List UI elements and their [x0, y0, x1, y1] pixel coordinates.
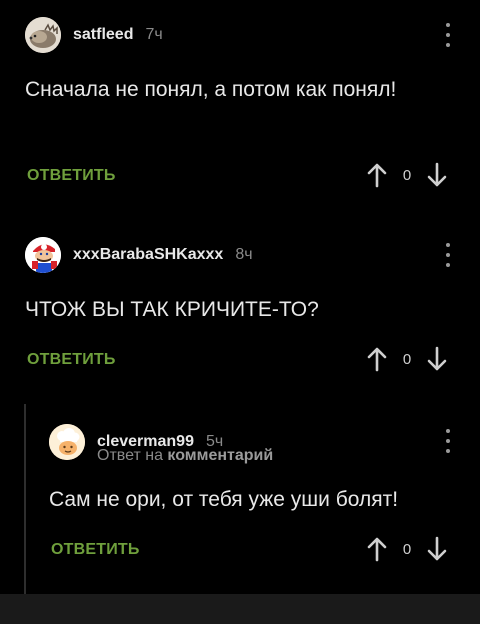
score-count: 0: [402, 350, 412, 368]
score-count: 0: [402, 166, 412, 184]
user-avatar[interactable]: [25, 237, 61, 273]
user-avatar[interactable]: [25, 17, 61, 53]
downvote-arrow-icon[interactable]: [427, 162, 447, 188]
score-count: 0: [402, 540, 412, 558]
vote-controls: 0: [367, 536, 447, 562]
reply-to-link[interactable]: комментарий: [167, 447, 273, 464]
user-avatar[interactable]: [49, 424, 85, 460]
vote-controls: 0: [367, 162, 447, 188]
vote-controls: 0: [367, 346, 447, 372]
comment-header: satfleed 7ч: [25, 17, 163, 53]
thread-line: [24, 404, 26, 594]
reply-to-prefix: Ответ на: [97, 447, 163, 464]
timestamp: 7ч: [145, 26, 163, 43]
upvote-arrow-icon[interactable]: [367, 162, 387, 188]
reply-button[interactable]: ОТВЕТИТЬ: [27, 167, 116, 185]
timestamp: 8ч: [235, 246, 253, 263]
more-options-icon[interactable]: [438, 243, 458, 267]
reply-to-line: Ответ на комментарий: [97, 447, 273, 465]
chef-icon: [49, 424, 85, 460]
reply-button[interactable]: ОТВЕТИТЬ: [51, 541, 140, 559]
more-options-icon[interactable]: [438, 429, 458, 453]
bottom-bar: [0, 594, 480, 624]
hedgehog-icon: [25, 17, 61, 53]
comment-header: xxxBarabaSHKaxxx 8ч: [25, 237, 253, 273]
more-options-icon[interactable]: [438, 23, 458, 47]
mario-icon: [25, 237, 61, 273]
username[interactable]: satfleed: [73, 26, 133, 44]
comments-feed: satfleed 7ч Сначала не понял, а потом ка…: [0, 0, 480, 594]
reply-button[interactable]: ОТВЕТИТЬ: [27, 351, 116, 369]
comment-text: Сначала не понял, а потом как понял!: [25, 78, 397, 101]
downvote-arrow-icon[interactable]: [427, 536, 447, 562]
username[interactable]: xxxBarabaSHKaxxx: [73, 246, 223, 264]
comment-text: ЧТОЖ ВЫ ТАК КРИЧИТЕ-ТО?: [25, 298, 319, 321]
comment-text: Сам не ори, от тебя уже уши болят!: [49, 488, 399, 511]
upvote-arrow-icon[interactable]: [367, 346, 387, 372]
downvote-arrow-icon[interactable]: [427, 346, 447, 372]
upvote-arrow-icon[interactable]: [367, 536, 387, 562]
